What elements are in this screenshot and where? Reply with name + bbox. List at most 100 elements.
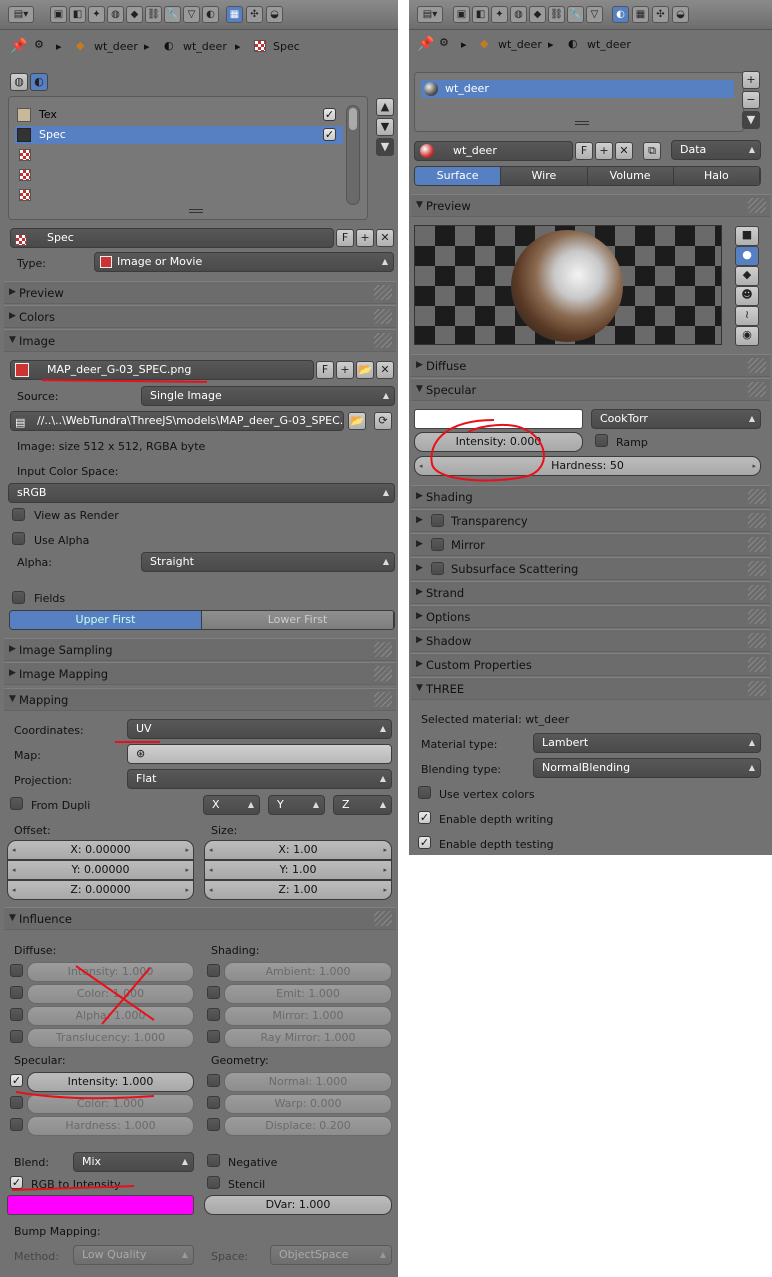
negative-checkbox[interactable] (207, 1154, 220, 1167)
use-alpha-checkbox[interactable] (12, 532, 25, 545)
uv-map-field[interactable]: ⊛ (127, 744, 392, 764)
physics-tab-icon[interactable]: ◒ (672, 6, 689, 23)
preview-hair-icon[interactable]: ≀ (735, 306, 759, 326)
particles-tab-icon[interactable]: ✣ (246, 6, 263, 23)
world-tab-icon[interactable]: ◍ (107, 6, 124, 23)
blend-color-swatch[interactable] (7, 1195, 194, 1215)
dvar-field[interactable]: DVar: 1.000 (204, 1195, 392, 1215)
link-select[interactable]: Data▲▼ (671, 140, 761, 160)
vertex-colors-checkbox[interactable] (418, 786, 431, 799)
pin-icon[interactable]: 📌 (417, 36, 434, 52)
specular-hardness-field[interactable]: Hardness: 1.000 (27, 1116, 194, 1136)
specular-shader-select[interactable]: CookTorr▲▼ (591, 409, 761, 429)
tab-wire[interactable]: Wire (501, 167, 588, 185)
preview-sphere-icon[interactable]: ● (735, 246, 759, 266)
mapping-y-select[interactable]: Y▲▼ (268, 795, 325, 815)
texture-browse-icon[interactable] (15, 234, 27, 246)
data-tab-icon[interactable]: ▽ (586, 6, 603, 23)
section-preview[interactable]: ▶ Preview (4, 281, 396, 304)
slot-menu-icon[interactable]: ▼ (376, 138, 394, 156)
scene-tab-icon[interactable]: ✦ (491, 6, 508, 23)
material-type-select[interactable]: Lambert▲▼ (533, 733, 761, 753)
field-order-toggle[interactable]: Upper First Lower First (9, 610, 395, 630)
mirror-field[interactable]: Mirror: 1.000 (224, 1006, 392, 1026)
sss-checkbox[interactable] (431, 562, 444, 575)
section-diffuse[interactable]: ▶ Diffuse (411, 354, 770, 377)
slot-enabled-checkbox[interactable]: ✓ (323, 108, 336, 121)
object-tab-icon[interactable]: ◆ (126, 6, 143, 23)
slot-menu-icon[interactable]: ▼ (742, 111, 760, 129)
section-colors[interactable]: ▶ Colors (4, 305, 396, 328)
ray-mirror-field[interactable]: Ray Mirror: 1.000 (224, 1028, 392, 1048)
modifiers-tab-icon[interactable]: 🔧 (567, 6, 584, 23)
section-options[interactable]: ▶ Options (411, 605, 770, 628)
section-strand[interactable]: ▶ Strand (411, 581, 770, 604)
method-select[interactable]: Low Quality▲▼ (73, 1245, 194, 1265)
image-datablock-field[interactable]: MAP_deer_G-03_SPEC.png (10, 360, 314, 380)
fields-checkbox[interactable] (12, 591, 25, 604)
slot-enabled-checkbox[interactable]: ✓ (323, 128, 336, 141)
add-slot-icon[interactable]: + (742, 71, 760, 89)
material-datablock-field[interactable]: wt_deer (414, 141, 573, 161)
remove-slot-icon[interactable]: − (742, 91, 760, 109)
reload-icon[interactable]: ⟳ (374, 412, 392, 430)
material-tab-icon[interactable]: ◐ (612, 6, 629, 23)
ramp-checkbox[interactable] (595, 434, 608, 447)
data-tab-icon[interactable]: ▽ (183, 6, 200, 23)
mapping-x-select[interactable]: X▲▼ (203, 795, 260, 815)
diffuse-alpha-checkbox[interactable] (10, 1008, 23, 1021)
depth-testing-checkbox[interactable]: ✓ (418, 836, 431, 849)
pin-icon[interactable]: 📌 (10, 38, 27, 54)
preview-monkey-icon[interactable]: ☻ (735, 286, 759, 306)
fake-user-button[interactable]: F (575, 142, 593, 160)
section-custom-properties[interactable]: ▶ Custom Properties (411, 653, 770, 676)
offset-x-field[interactable]: ◂ X: 0.00000 ▸ (7, 840, 194, 860)
render-layers-tab-icon[interactable]: ◧ (69, 6, 86, 23)
image-filepath-field[interactable]: ▤ //..\..\WebTundra\ThreeJS\models\MAP_d… (10, 411, 344, 431)
emit-field[interactable]: Emit: 1.000 (224, 984, 392, 1004)
stencil-checkbox[interactable] (207, 1176, 220, 1189)
depth-writing-checkbox[interactable]: ✓ (418, 811, 431, 824)
upper-first-option[interactable]: Upper First (10, 611, 202, 629)
list-item[interactable]: Tex ✓ (15, 106, 343, 124)
blending-type-select[interactable]: NormalBlending▲▼ (533, 758, 761, 778)
material-browse-icon[interactable] (420, 144, 434, 158)
normal-checkbox[interactable] (207, 1074, 220, 1087)
emit-checkbox[interactable] (207, 986, 220, 999)
displace-checkbox[interactable] (207, 1118, 220, 1131)
section-mapping[interactable]: ▼ Mapping (4, 688, 396, 711)
section-transparency[interactable]: ▶ Transparency (411, 509, 770, 532)
render-tab-icon[interactable]: ▣ (453, 6, 470, 23)
section-specular[interactable]: ▼ Specular (411, 378, 770, 401)
editor-type-button[interactable]: ▤▾ (417, 6, 443, 23)
coordinates-select[interactable]: UV▲▼ (127, 719, 392, 739)
list-item[interactable] (19, 166, 31, 184)
warp-checkbox[interactable] (207, 1096, 220, 1109)
projection-select[interactable]: Flat▲▼ (127, 769, 392, 789)
render-layers-tab-icon[interactable]: ◧ (472, 6, 489, 23)
blend-select[interactable]: Mix▲▼ (73, 1152, 194, 1172)
size-x-field[interactable]: ◂ X: 1.00 ▸ (204, 840, 392, 860)
scene-tab-icon[interactable]: ✦ (88, 6, 105, 23)
tab-surface[interactable]: Surface (415, 167, 502, 185)
section-image[interactable]: ▼ Image (4, 329, 396, 352)
constraints-tab-icon[interactable]: ⛓ (548, 6, 565, 23)
tab-halo[interactable]: Halo (673, 167, 760, 185)
new-material-icon[interactable]: + (595, 142, 613, 160)
offset-z-field[interactable]: ◂ Z: 0.00000 ▸ (7, 880, 194, 900)
from-dupli-checkbox[interactable] (10, 797, 23, 810)
image-browse-icon[interactable] (15, 363, 29, 377)
preview-cube-icon[interactable]: ◆ (735, 266, 759, 286)
list-item[interactable]: wt_deer (421, 80, 734, 98)
transparency-checkbox[interactable] (431, 514, 444, 527)
size-y-field[interactable]: ◂ Y: 1.00 ▸ (204, 860, 392, 880)
material-texture-toggle-icon[interactable]: ◐ (30, 73, 48, 91)
preview-flat-icon[interactable]: ■ (735, 226, 759, 246)
new-image-icon[interactable]: + (336, 361, 354, 379)
list-item[interactable] (19, 186, 31, 204)
unlink-image-icon[interactable]: ✕ (376, 361, 394, 379)
texture-datablock-field[interactable]: Spec (10, 228, 334, 248)
specular-hardness-checkbox[interactable] (10, 1118, 23, 1131)
copy-material-icon[interactable]: ⧉ (643, 142, 661, 160)
world-tab-icon[interactable]: ◍ (510, 6, 527, 23)
